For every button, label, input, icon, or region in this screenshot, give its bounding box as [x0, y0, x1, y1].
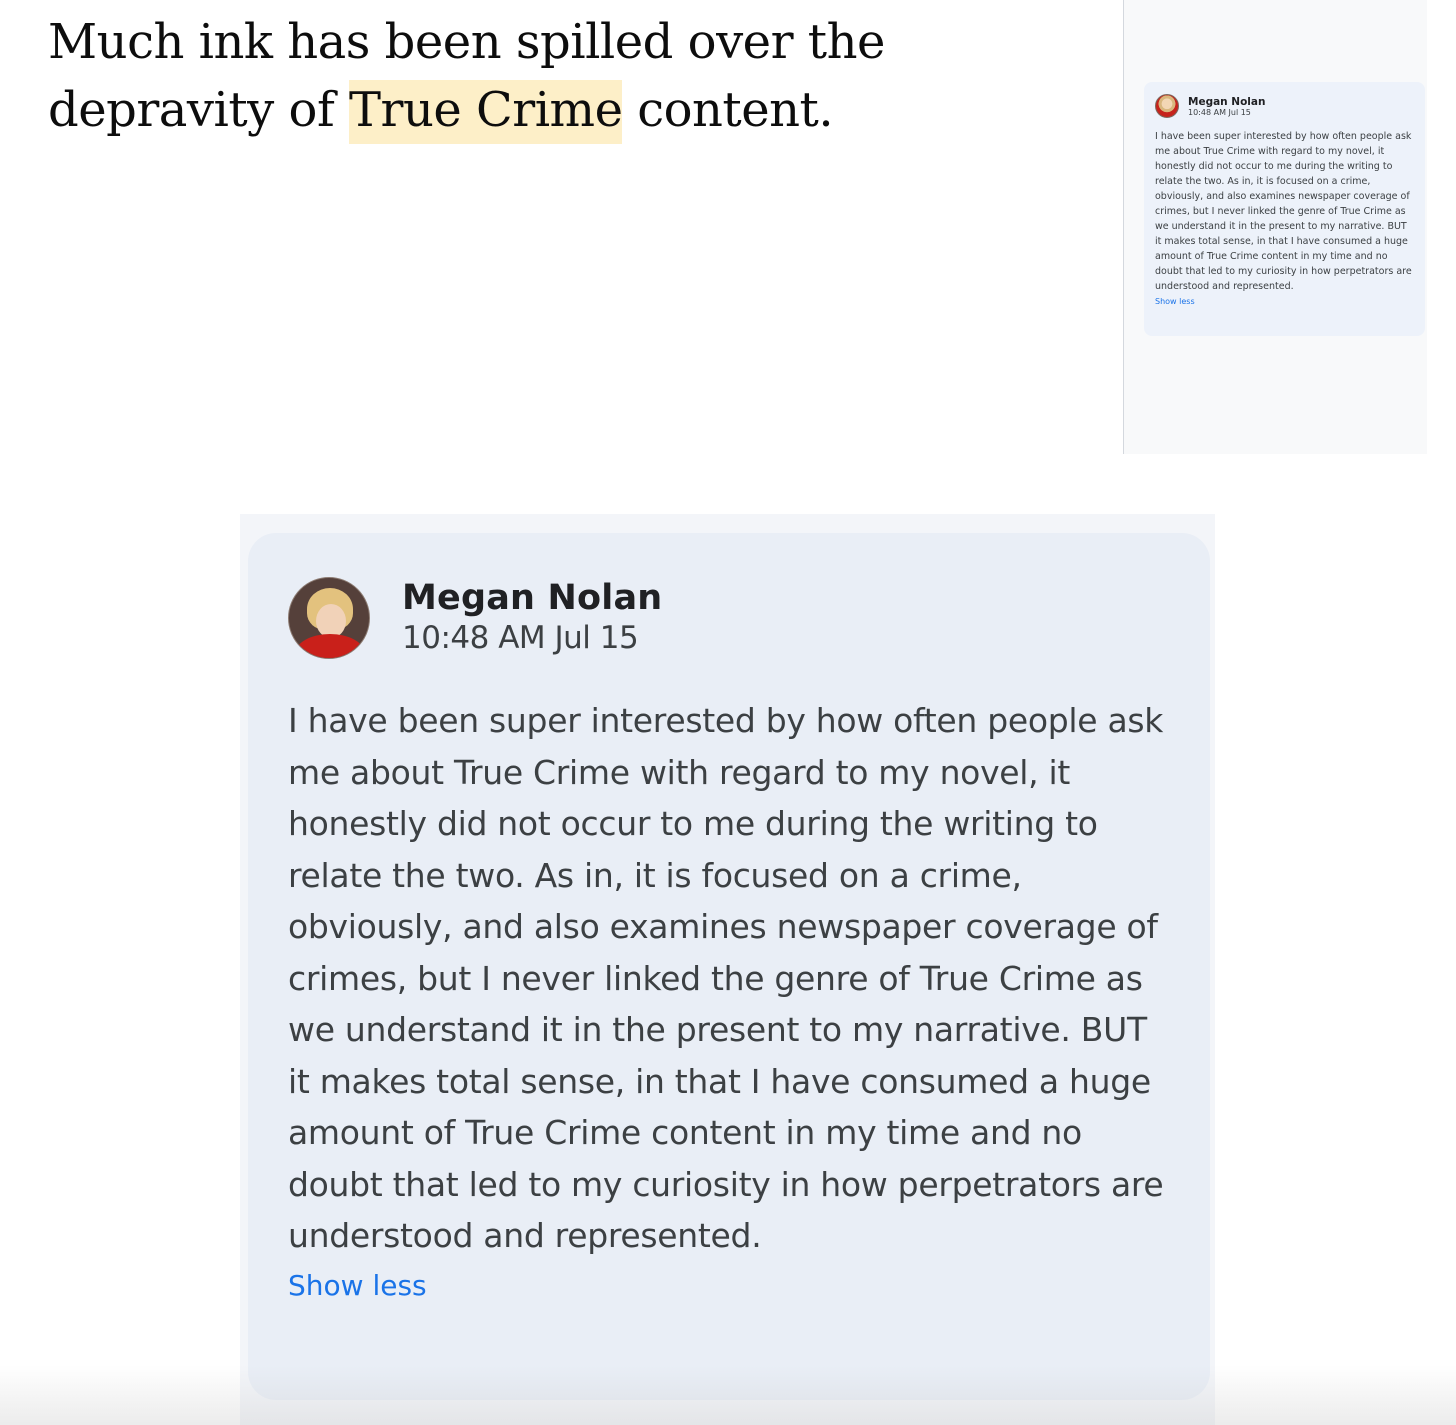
comment-card[interactable]: Megan Nolan 10:48 AM Jul 15 I have been …: [1144, 82, 1425, 336]
comment-timestamp: 10:48 AM Jul 15: [1188, 108, 1251, 117]
avatar-shirt: [295, 634, 365, 658]
avatar: [1155, 94, 1179, 118]
zoomed-comment-author: Megan Nolan: [402, 578, 663, 618]
zoomed-comment-header: Megan Nolan 10:48 AM Jul 15: [288, 577, 1170, 659]
comment-author: Megan Nolan: [1188, 96, 1266, 108]
zoomed-comment-card: Megan Nolan 10:48 AM Jul 15 I have been …: [248, 533, 1210, 1400]
comment-header: Megan Nolan 10:48 AM Jul 15: [1155, 94, 1415, 118]
avatar-face: [316, 604, 346, 638]
comment-body: I have been super interested by how ofte…: [1155, 131, 1412, 292]
zoomed-comment-meta: Megan Nolan 10:48 AM Jul 15: [402, 578, 662, 658]
show-less-link[interactable]: Show less: [1155, 296, 1415, 308]
avatar: [288, 577, 370, 659]
zoomed-comment-body: I have been super interested by how ofte…: [288, 701, 1164, 1255]
zoomed-show-less-link[interactable]: Show less: [288, 1264, 1170, 1308]
commented-highlight[interactable]: True Crime: [348, 80, 623, 144]
comment-meta: Megan Nolan 10:48 AM Jul 15: [1188, 96, 1265, 118]
zoomed-comment-timestamp: 10:48 AM Jul 15: [402, 620, 639, 656]
document-paragraph: Much ink has been spilled over the depra…: [48, 8, 1088, 144]
document-text-after: content.: [622, 82, 834, 138]
